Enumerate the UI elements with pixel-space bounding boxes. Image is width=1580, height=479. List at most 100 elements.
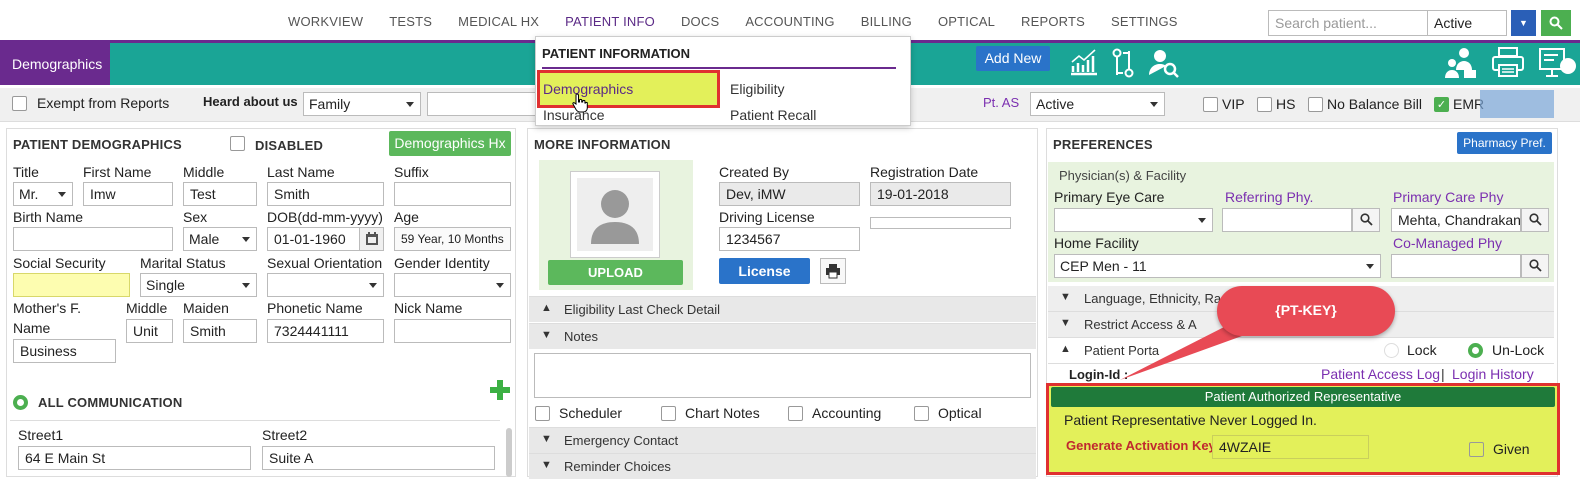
accounting-checkbox[interactable]	[788, 405, 803, 422]
last-name-label: Last Name	[267, 164, 335, 180]
notes-section[interactable]: ▼ Notes	[529, 323, 1036, 349]
home-facility-label: Home Facility	[1054, 235, 1139, 251]
notes-textarea[interactable]	[534, 353, 1031, 398]
mother-name-input[interactable]: Business	[13, 339, 116, 363]
chart-notes-checkbox[interactable]	[661, 405, 676, 422]
monitor-icon[interactable]	[1538, 46, 1578, 80]
sex-label: Sex	[183, 209, 208, 225]
mother-f-label: Mother's F.	[13, 300, 82, 316]
hs-checkbox[interactable]	[1257, 96, 1272, 113]
heard-about-select[interactable]: Family	[303, 92, 421, 116]
pt-as-select[interactable]: Active	[1030, 92, 1165, 116]
nav-docs[interactable]: DOCS	[668, 14, 732, 29]
compare-icon[interactable]	[1106, 48, 1140, 80]
orientation-select[interactable]	[267, 273, 384, 297]
lock-label: Lock	[1407, 342, 1437, 358]
primary-care-input[interactable]: Mehta, Chandrakan	[1391, 208, 1521, 232]
referring-input[interactable]	[1222, 208, 1352, 232]
marital-select[interactable]: Single	[140, 273, 257, 297]
nav-medical-hx[interactable]: MEDICAL HX	[445, 14, 552, 29]
sex-select[interactable]: Male	[183, 227, 257, 251]
first-name-label: First Name	[83, 164, 152, 180]
exempt-checkbox[interactable]	[12, 95, 27, 112]
gender-select[interactable]	[394, 273, 511, 297]
never-logged-text: Patient Representative Never Logged In.	[1064, 412, 1317, 428]
print-license-icon[interactable]	[820, 258, 846, 284]
menu-item-eligibility[interactable]: Eligibility	[730, 81, 784, 97]
unlock-radio[interactable]	[1468, 342, 1483, 359]
scheduler-checkbox[interactable]	[535, 405, 550, 422]
login-history-link[interactable]: Login History	[1452, 366, 1534, 382]
tab-demographics[interactable]: Demographics	[0, 43, 110, 85]
authorized-rep-header: Patient Authorized Representative	[1051, 387, 1555, 407]
hs-label: HS	[1276, 96, 1296, 112]
chevron-down-icon[interactable]: ▼	[1511, 10, 1536, 36]
eligibility-section[interactable]: ▲ Eligibility Last Check Detail	[529, 296, 1036, 322]
primary-eye-select[interactable]	[1054, 208, 1213, 232]
given-checkbox[interactable]	[1469, 441, 1484, 458]
ssn-input[interactable]	[13, 273, 130, 297]
nav-reports[interactable]: REPORTS	[1008, 14, 1098, 29]
all-communication-radio[interactable]	[13, 394, 28, 411]
upload-button[interactable]: UPLOAD	[548, 260, 683, 285]
nav-workview[interactable]: WORKVIEW	[275, 14, 376, 29]
primary-care-search-icon[interactable]	[1521, 208, 1549, 232]
title-select[interactable]: Mr.	[13, 182, 73, 206]
patient-status-select[interactable]: Active	[1427, 10, 1507, 36]
dl-input[interactable]: 1234567	[719, 227, 860, 251]
pharmacy-pref-button[interactable]: Pharmacy Pref.	[1457, 132, 1552, 154]
middle-input[interactable]: Test	[183, 182, 257, 206]
last-name-input[interactable]: Smith	[267, 182, 384, 206]
license-button[interactable]: License	[719, 258, 810, 284]
reminder-choices-section[interactable]: ▼ Reminder Choices	[529, 453, 1036, 479]
first-name-input[interactable]: Imw	[83, 182, 173, 206]
mother-middle-input[interactable]: Unit	[126, 319, 173, 343]
user-search-icon[interactable]	[1147, 48, 1181, 80]
mother-middle-label: Middle	[126, 300, 168, 316]
no-balance-checkbox[interactable]	[1308, 96, 1323, 113]
maiden-input[interactable]: Smith	[183, 319, 257, 343]
add-communication-icon[interactable]	[490, 380, 510, 400]
dropdown-divider	[542, 67, 896, 69]
demographics-scrollbar[interactable]	[506, 428, 512, 477]
nav-patient-info[interactable]: PATIENT INFO	[552, 14, 668, 29]
referring-search-icon[interactable]	[1352, 208, 1380, 232]
phonetic-input[interactable]: 7324441111	[267, 319, 384, 343]
heard-about-value: Family	[309, 96, 351, 112]
add-new-button[interactable]: Add New	[976, 46, 1050, 71]
nav-settings[interactable]: SETTINGS	[1098, 14, 1191, 29]
chart-icon[interactable]	[1067, 48, 1101, 80]
search-button[interactable]	[1541, 10, 1571, 36]
street1-input[interactable]: 64 E Main St	[18, 446, 251, 470]
optical-checkbox[interactable]	[914, 405, 929, 422]
emr-checkbox[interactable]: ✓	[1434, 96, 1449, 113]
suffix-input[interactable]	[394, 182, 511, 206]
calendar-icon[interactable]	[359, 228, 383, 250]
vip-label: VIP	[1222, 96, 1245, 112]
demographics-hx-button[interactable]: Demographics Hx	[389, 131, 511, 156]
search-patient-input[interactable]: Search patient...	[1268, 10, 1428, 36]
users-icon[interactable]	[1444, 46, 1480, 80]
menu-item-patient-recall[interactable]: Patient Recall	[730, 107, 816, 123]
disabled-checkbox[interactable]	[230, 135, 245, 152]
print-icon[interactable]	[1491, 46, 1527, 80]
activation-key-input[interactable]: 4WZAIE	[1212, 435, 1369, 459]
emergency-contact-section[interactable]: ▼ Emergency Contact	[529, 427, 1036, 453]
home-facility-select[interactable]: CEP Men - 11	[1054, 254, 1381, 278]
nav-tests[interactable]: TESTS	[376, 14, 445, 29]
nav-optical[interactable]: OPTICAL	[925, 14, 1008, 29]
pt-as-label: Pt. AS	[983, 95, 1020, 110]
generate-key-link[interactable]: Generate Activation Key	[1066, 438, 1216, 453]
co-managed-search-icon[interactable]	[1521, 254, 1549, 278]
vip-checkbox[interactable]	[1203, 96, 1218, 113]
birth-name-input[interactable]	[13, 227, 173, 251]
nav-accounting[interactable]: ACCOUNTING	[732, 14, 847, 29]
age-input: 59 Year, 10 Months	[394, 227, 511, 251]
nav-billing[interactable]: BILLING	[848, 14, 925, 29]
middle-label: Middle	[183, 164, 225, 180]
reg-extra-field[interactable]	[870, 217, 1011, 229]
co-managed-input[interactable]	[1391, 254, 1521, 278]
street2-input[interactable]: Suite A	[262, 446, 495, 470]
nick-input[interactable]	[394, 319, 511, 343]
heard-about-detail-input[interactable]	[427, 92, 537, 116]
